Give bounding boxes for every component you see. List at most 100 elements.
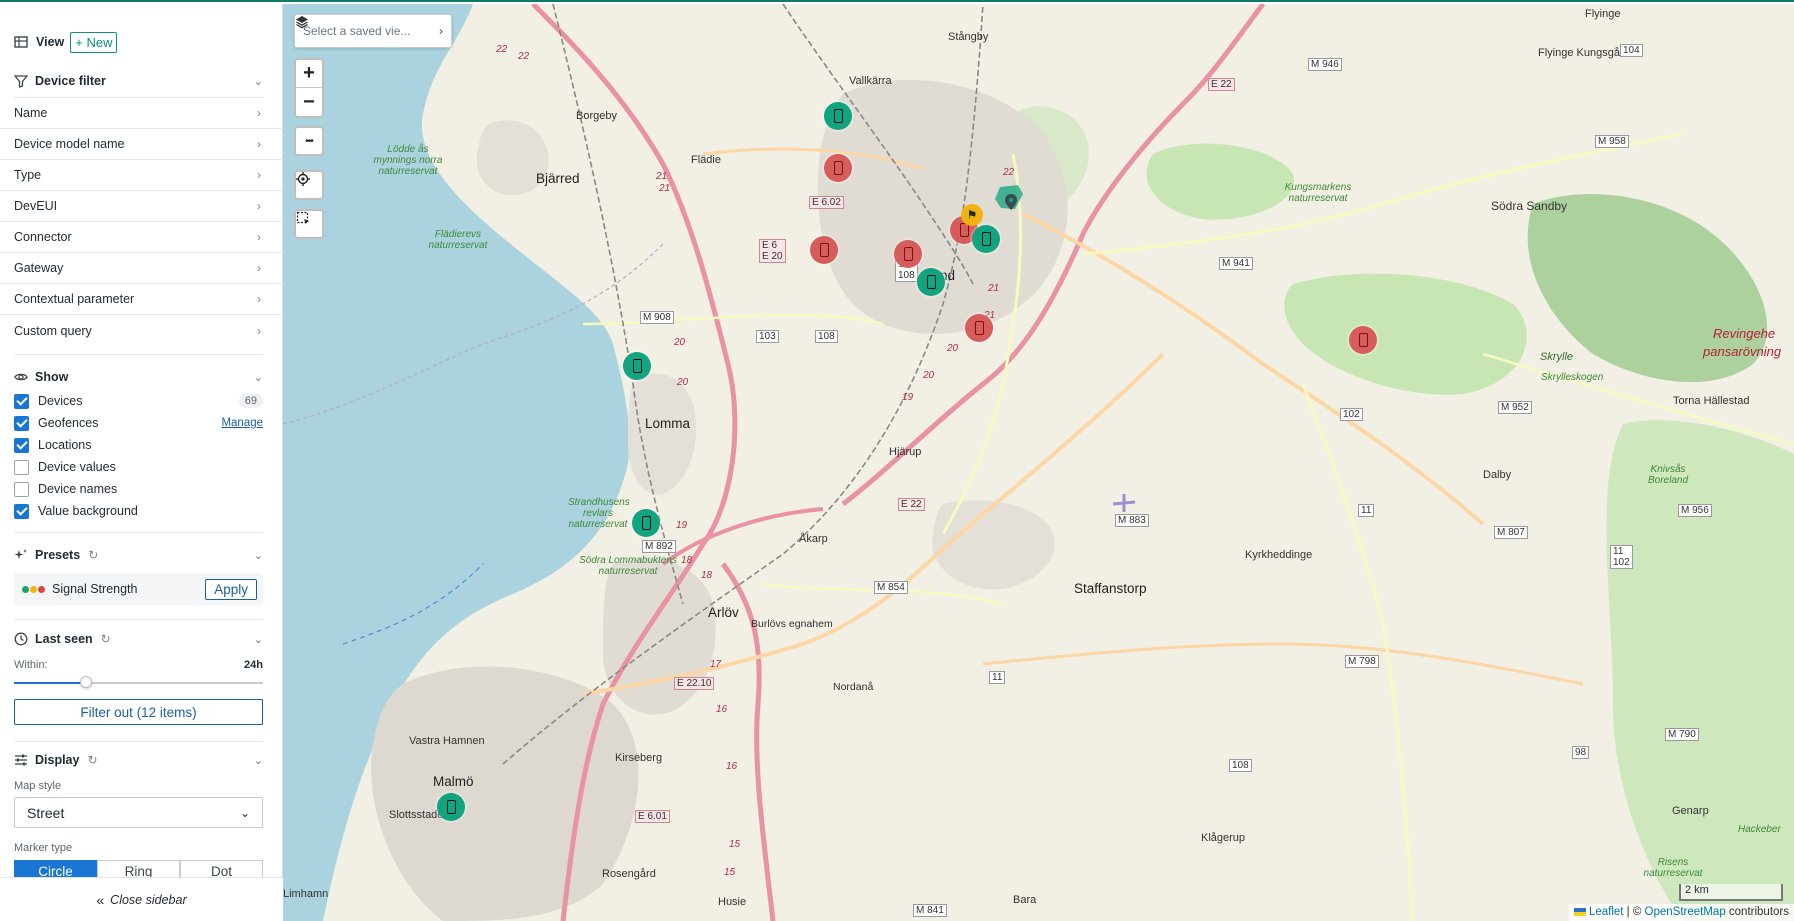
road-label: 102 <box>1340 408 1363 421</box>
slider-thumb[interactable] <box>80 676 93 688</box>
place-label: Staffanstorp <box>1074 581 1147 596</box>
road-label: 11 102 <box>1610 545 1633 569</box>
road-label: M 892 <box>642 540 676 553</box>
filter-item-custom-query[interactable]: Custom query › <box>0 315 283 346</box>
device-marker[interactable] <box>894 240 922 268</box>
locations-checkbox[interactable] <box>14 437 29 453</box>
close-sidebar-button[interactable]: « Close sidebar <box>0 877 283 921</box>
filter-icon <box>14 75 28 88</box>
refresh-icon[interactable]: ↻ <box>88 548 98 562</box>
show-header[interactable]: Show ⌄ <box>14 366 263 388</box>
place-label: Flyinge Kungsgård <box>1538 47 1630 59</box>
chevron-down-icon: ⌄ <box>253 549 263 562</box>
device-values-checkbox[interactable] <box>14 459 29 475</box>
forklift-marker-icon[interactable]: ⚑ <box>961 204 983 226</box>
road-label: M 946 <box>1308 58 1342 71</box>
chevron-down-icon: ⌄ <box>253 371 263 384</box>
device-marker[interactable] <box>972 225 1000 253</box>
filter-item-name[interactable]: Name › <box>0 98 283 129</box>
sidebar-scroll-area[interactable]: View + New Device filter ⌄ Name › Device … <box>0 4 283 879</box>
refresh-icon[interactable]: ↻ <box>101 632 111 646</box>
last-seen-slider[interactable] <box>14 676 263 688</box>
road-label: M 841 <box>913 904 947 917</box>
map-area[interactable]: Bjärred Lomma Lund Malmö Staffanstorp Ar… <box>283 4 1794 921</box>
sparkles-icon <box>14 549 27 559</box>
device-filter-header[interactable]: Device filter ⌄ <box>14 70 263 92</box>
device-marker[interactable] <box>632 509 660 537</box>
devices-count-badge: 69 <box>238 394 263 408</box>
leaflet-link[interactable]: Leaflet <box>1589 906 1624 918</box>
road-label: E 6.01 <box>635 810 670 823</box>
saved-view-select[interactable]: Select a saved vie... › <box>294 14 452 48</box>
apply-preset-button[interactable]: Apply <box>205 578 257 600</box>
presets-header[interactable]: Presets ↻ ⌄ <box>14 544 263 566</box>
device-marker[interactable] <box>623 352 651 380</box>
filter-item-device-model-name[interactable]: Device model name › <box>0 129 283 160</box>
place-label: Södra Lommabuktens naturreservat <box>579 555 677 577</box>
device-filter-title: Device filter <box>35 74 106 88</box>
map-style-select[interactable]: Street ⌄ <box>14 797 263 828</box>
view-row: View + New <box>14 30 263 54</box>
place-label: Risens naturreservat <box>1643 857 1703 879</box>
device-values-toggle[interactable]: Device values <box>14 456 263 478</box>
openstreetmap-link[interactable]: OpenStreetMap <box>1645 906 1726 918</box>
sliders-icon <box>15 754 27 766</box>
device-marker[interactable] <box>810 236 838 264</box>
devices-checkbox[interactable] <box>14 393 29 409</box>
value-background-toggle[interactable]: Value background <box>14 500 263 522</box>
chevron-right-icon: › <box>257 106 261 120</box>
device-names-checkbox[interactable] <box>14 481 29 497</box>
filter-out-button[interactable]: Filter out (12 items) <box>14 699 263 725</box>
value-background-checkbox[interactable] <box>14 503 29 519</box>
geofences-toggle[interactable]: Geofences Manage <box>14 412 263 434</box>
device-marker[interactable] <box>917 268 945 296</box>
filter-item-type[interactable]: Type › <box>0 160 283 191</box>
road-label: M 798 <box>1345 655 1379 668</box>
phone-icon <box>903 247 913 261</box>
device-marker[interactable] <box>824 102 852 130</box>
route-number: 19 <box>902 392 914 403</box>
route-number: 16 <box>716 704 728 715</box>
phone-icon <box>833 109 843 123</box>
new-view-button[interactable]: + New <box>70 31 118 53</box>
more-options-button[interactable]: ••• <box>294 126 324 156</box>
devices-label: Devices <box>38 394 83 408</box>
route-number: 22 <box>518 51 530 62</box>
device-names-toggle[interactable]: Device names <box>14 478 263 500</box>
manage-geofences-link[interactable]: Manage <box>221 417 263 429</box>
route-number: 22 <box>1003 167 1015 178</box>
device-marker[interactable] <box>965 314 993 342</box>
color-dot-icon <box>22 586 29 593</box>
phone-icon <box>981 232 991 246</box>
phone-icon <box>632 359 642 373</box>
divider <box>14 532 263 533</box>
locate-button[interactable] <box>294 170 324 200</box>
locations-toggle[interactable]: Locations <box>14 434 263 456</box>
zoom-in-button[interactable]: + <box>296 60 322 88</box>
layers-icon <box>296 16 308 29</box>
road-label: M 807 <box>1494 526 1528 539</box>
filter-item-contextual-parameter[interactable]: Contextual parameter › <box>0 284 283 315</box>
filter-item-gateway[interactable]: Gateway › <box>0 253 283 284</box>
last-seen-header[interactable]: Last seen ↻ ⌄ <box>14 628 263 650</box>
chevron-right-icon: › <box>257 261 261 275</box>
filter-item-deveui[interactable]: DevEUI › <box>0 191 283 222</box>
location-pin-icon[interactable] <box>1005 194 1017 210</box>
device-marker[interactable] <box>437 793 465 821</box>
device-marker[interactable] <box>1349 326 1377 354</box>
refresh-icon[interactable]: ↻ <box>87 753 97 767</box>
route-number: 21 <box>656 171 668 182</box>
device-marker[interactable] <box>824 154 852 182</box>
road-label: M 854 <box>874 581 908 594</box>
geofences-checkbox[interactable] <box>14 415 29 431</box>
place-label: Lödde ås mynnings norra naturreservat <box>373 144 443 177</box>
sidebar: View + New Device filter ⌄ Name › Device … <box>0 4 283 921</box>
eye-icon <box>14 373 28 381</box>
preset-name: Signal Strength <box>52 582 138 596</box>
box-select-button[interactable] <box>294 209 324 239</box>
display-header[interactable]: Display ↻ ⌄ <box>14 749 263 771</box>
zoom-out-button[interactable]: − <box>296 88 322 116</box>
devices-toggle[interactable]: Devices 69 <box>14 390 263 412</box>
divider <box>14 619 263 620</box>
filter-item-connector[interactable]: Connector › <box>0 222 283 253</box>
